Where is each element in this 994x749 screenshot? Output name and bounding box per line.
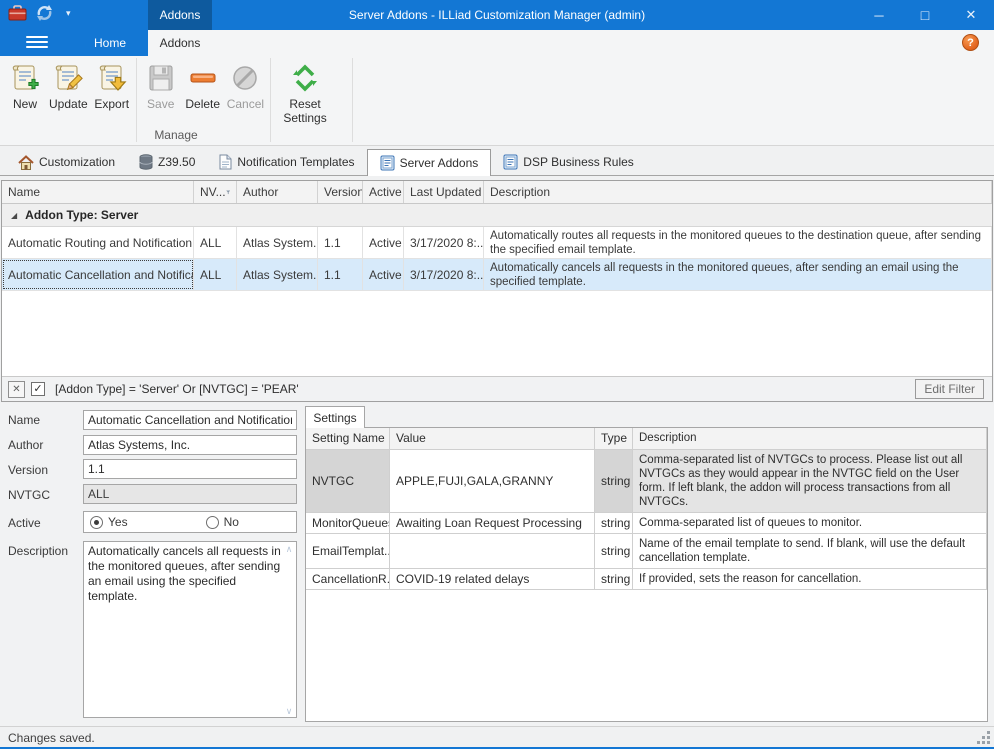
maximize-button[interactable]: □ (902, 0, 948, 30)
title-bar: ▾ Server Addons - ILLiad Customization M… (0, 0, 994, 30)
tab-dsp-business-rules[interactable]: DSP Business Rules (491, 149, 646, 175)
column-header-last-updated[interactable]: Last Updated (404, 181, 484, 203)
delete-button[interactable]: Delete (182, 58, 224, 113)
filter-expression[interactable]: [Addon Type] = 'Server' Or [NVTGC] = 'PE… (55, 382, 299, 396)
update-button[interactable]: Update (46, 58, 91, 113)
export-addon-icon (96, 62, 128, 94)
tab-notification-templates[interactable]: Notification Templates (207, 149, 366, 175)
filter-panel: ✕ ✓ [Addon Type] = 'Server' Or [NVTGC] =… (2, 376, 992, 401)
ribbon-group-manage: Manage (0, 128, 352, 142)
save-button[interactable]: Save (140, 58, 182, 113)
addon-scroll-icon (380, 155, 395, 171)
clear-filter-button[interactable]: ✕ (8, 381, 25, 398)
save-icon (145, 62, 177, 94)
version-field[interactable] (83, 459, 297, 479)
detail-panel: Name Author Version NVTGC Active Yes No … (0, 403, 994, 726)
database-icon (139, 154, 153, 170)
grid-header-row: Name NV... Author Version Active Last Up… (2, 181, 992, 204)
column-header-active[interactable]: Active (363, 181, 404, 203)
active-no-radio[interactable]: No (206, 515, 239, 529)
description-field[interactable]: Automatically cancels all requests in th… (83, 541, 297, 718)
active-label: Active (8, 516, 41, 530)
tab-customization[interactable]: Customization (6, 149, 127, 175)
delete-icon (187, 62, 219, 94)
ribbon-group-edge (352, 58, 353, 142)
filter-enabled-checkbox[interactable]: ✓ (31, 382, 45, 396)
tab-addons[interactable]: Addons (148, 30, 212, 56)
column-header-setting-name[interactable]: Setting Name (306, 428, 390, 449)
status-message: Changes saved. (8, 731, 95, 745)
app-menu-area: Home (0, 30, 148, 56)
column-header-version[interactable]: Version (318, 181, 363, 203)
column-header-description[interactable]: Description (484, 181, 992, 203)
document-icon (219, 154, 232, 170)
cancel-button[interactable]: Cancel (224, 58, 267, 113)
table-row-selected[interactable]: Automatic Cancellation and Notifica... A… (2, 259, 992, 291)
ribbon-context-tab: Addons (148, 0, 212, 30)
active-radio-group: Yes No (83, 511, 297, 533)
hamburger-menu-icon[interactable] (26, 36, 48, 50)
scroll-up-icon[interactable]: ∧ (283, 544, 295, 555)
column-header-author[interactable]: Author (237, 181, 318, 203)
settings-panel: Settings Setting Name Value Type Descrip… (305, 406, 988, 722)
new-addon-icon (9, 62, 41, 94)
house-icon (18, 155, 34, 170)
cancel-icon (229, 62, 261, 94)
tab-z3950[interactable]: Z39.50 (127, 149, 207, 175)
setting-row-selected[interactable]: NVTGC APPLE,FUJI,GALA,GRANNY string Comm… (306, 450, 987, 513)
name-field[interactable] (83, 410, 297, 430)
nvtgc-label: NVTGC (8, 488, 50, 502)
column-header-description[interactable]: Description (633, 428, 987, 449)
author-field[interactable] (83, 435, 297, 455)
column-header-type[interactable]: Type (595, 428, 633, 449)
qat-dropdown-icon[interactable]: ▾ (66, 8, 71, 19)
table-row[interactable]: Automatic Routing and Notification ... A… (2, 227, 992, 259)
group-collapse-icon[interactable]: ◢ (11, 211, 17, 220)
minimize-button[interactable]: ─ (856, 0, 902, 30)
quick-access-toolbar: ▾ (8, 4, 71, 22)
new-button[interactable]: New (4, 58, 46, 113)
scroll-down-icon[interactable]: ∨ (283, 706, 295, 717)
column-header-nvtgc[interactable]: NV... (194, 181, 237, 203)
group-row-addon-type[interactable]: ◢ Addon Type: Server (2, 204, 992, 227)
rules-scroll-icon (503, 154, 518, 170)
setting-row[interactable]: EmailTemplat... string Name of the email… (306, 534, 987, 569)
app-window: ▾ Server Addons - ILLiad Customization M… (0, 0, 994, 749)
settings-grid: Setting Name Value Type Description NVTG… (305, 427, 988, 722)
ribbon-tab-row: Home Addons ? (0, 30, 994, 56)
status-bar: Changes saved. (0, 726, 994, 749)
radio-unselected-icon (206, 516, 219, 529)
setting-row[interactable]: CancellationR... COVID-19 related delays… (306, 569, 987, 590)
reset-settings-icon (289, 62, 321, 94)
active-yes-radio[interactable]: Yes (90, 515, 128, 529)
document-tab-strip: Customization Z39.50 Notification Templa… (0, 148, 994, 176)
author-label: Author (8, 438, 43, 452)
column-header-value[interactable]: Value (390, 428, 595, 449)
ribbon: New Update (0, 56, 994, 146)
window-controls: ─ □ ✕ (856, 0, 994, 30)
edit-filter-button[interactable]: Edit Filter (915, 379, 984, 399)
nvtgc-field[interactable] (83, 484, 297, 504)
close-button[interactable]: ✕ (948, 0, 994, 30)
setting-row[interactable]: MonitorQueues Awaiting Loan Request Proc… (306, 513, 987, 534)
tab-settings[interactable]: Settings (305, 406, 365, 428)
name-label: Name (8, 413, 40, 427)
toolbox-icon[interactable] (8, 5, 27, 22)
radio-selected-icon (90, 516, 103, 529)
reset-settings-button[interactable]: Reset Settings (274, 58, 336, 127)
help-button[interactable]: ? (962, 34, 979, 51)
resize-grip[interactable] (978, 732, 990, 744)
filter-funnel-icon[interactable] (226, 188, 230, 197)
column-header-name[interactable]: Name (2, 181, 194, 203)
export-button[interactable]: Export (91, 58, 133, 113)
tab-home[interactable]: Home (80, 30, 140, 56)
settings-header-row: Setting Name Value Type Description (306, 428, 987, 450)
version-label: Version (8, 463, 48, 477)
tab-server-addons[interactable]: Server Addons (367, 149, 492, 176)
sync-icon[interactable] (35, 4, 54, 22)
addon-grid: Name NV... Author Version Active Last Up… (1, 180, 993, 402)
description-label: Description (8, 544, 68, 558)
update-addon-icon (52, 62, 84, 94)
